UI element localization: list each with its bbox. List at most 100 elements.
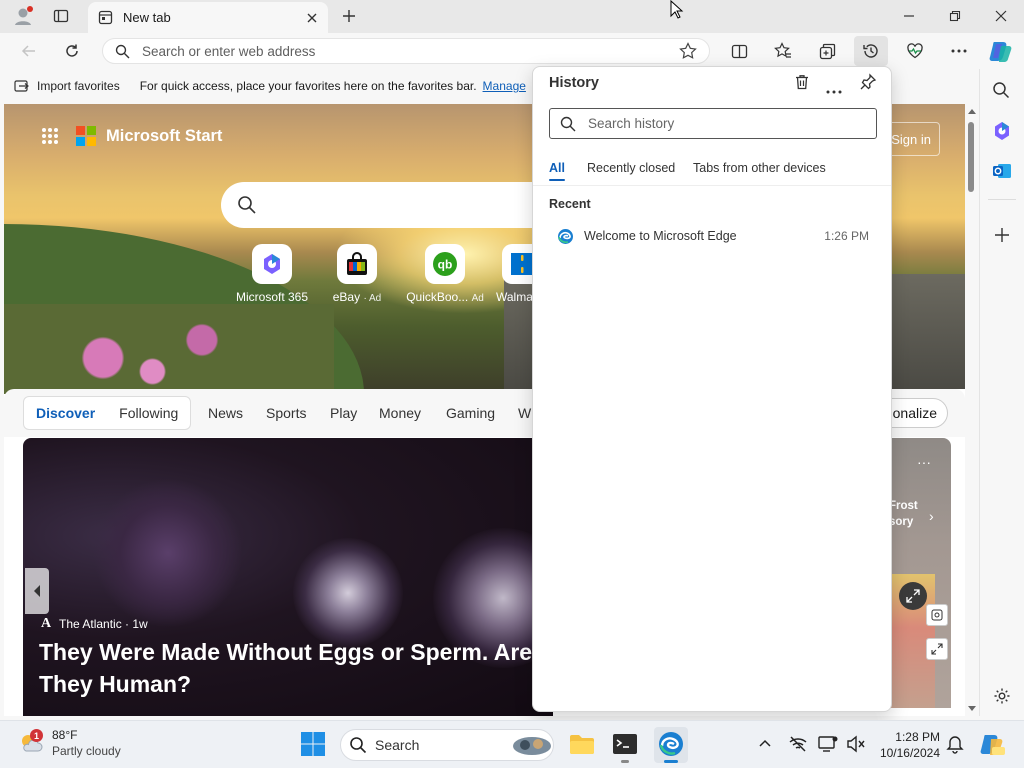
sidebar-outlook-button[interactable] (992, 161, 1012, 186)
restore-icon (949, 10, 961, 22)
restore-button[interactable] (938, 1, 972, 31)
previous-slide-button[interactable] (25, 568, 49, 614)
minimize-button[interactable] (892, 1, 926, 31)
import-favorites-label: Import favorites (37, 79, 120, 93)
sidebar-search-button[interactable] (992, 81, 1010, 104)
sidebar-settings-button[interactable] (993, 687, 1011, 710)
start-button[interactable] (300, 731, 326, 762)
manage-favorites-link[interactable]: Manage (483, 79, 526, 93)
history-more-button[interactable] (826, 81, 842, 99)
scroll-down-icon[interactable] (965, 704, 979, 714)
scroll-up-icon[interactable] (965, 106, 979, 116)
split-screen-button[interactable] (722, 36, 756, 66)
display-status[interactable] (818, 735, 838, 758)
search-icon (350, 737, 367, 754)
volume-muted-icon (847, 735, 865, 753)
scrollbar-thumb[interactable] (968, 122, 974, 192)
settings-more-button[interactable] (942, 36, 976, 66)
web-search-box[interactable] (221, 182, 561, 228)
back-button[interactable] (12, 36, 46, 66)
quickbooks-icon: qb (433, 252, 457, 276)
history-tab-recently-closed[interactable]: Recently closed (587, 161, 675, 175)
sidebar-copilot-apps-button[interactable] (992, 121, 1012, 146)
pin-history-button[interactable] (859, 73, 877, 96)
close-icon (995, 10, 1007, 22)
tab-discover[interactable]: Discover (24, 405, 107, 421)
network-offline-icon (789, 736, 807, 752)
favorites-button[interactable] (766, 36, 800, 66)
microsoft365-icon (995, 122, 1009, 140)
chevron-right-icon[interactable]: › (929, 508, 934, 524)
quick-link-label: QuickBoo... (406, 290, 469, 304)
taskbar-clock[interactable]: 1:28 PM 10/16/2024 (872, 729, 940, 761)
quick-link-label: eBay (332, 290, 361, 304)
article-source-label: The Atlantic · 1w (59, 617, 148, 631)
delete-history-button[interactable] (793, 73, 811, 96)
new-tab-button[interactable] (332, 1, 366, 31)
article-title[interactable]: They Were Made Without Eggs or Sperm. Ar… (39, 636, 553, 700)
brand-label: Microsoft Start (106, 126, 223, 145)
history-tab-all[interactable]: All (549, 161, 565, 181)
volume-status[interactable] (846, 735, 866, 758)
feed-nav-gaming[interactable]: Gaming (446, 405, 495, 421)
weather-temp: 88°F (52, 728, 78, 742)
file-explorer-button[interactable] (568, 732, 596, 761)
side-article-card[interactable]: ··· Frost sory › (885, 438, 951, 708)
quick-link-ebay[interactable]: eBay · Ad (312, 244, 402, 304)
notifications-button[interactable] (946, 734, 964, 759)
address-bar[interactable]: Search or enter web address (102, 38, 710, 64)
history-button[interactable] (854, 36, 888, 66)
quick-link-microsoft365[interactable]: Microsoft 365 (227, 244, 317, 304)
folder-icon (570, 735, 594, 754)
favorites-star-icon (774, 42, 791, 58)
browser-essentials-button[interactable] (898, 36, 932, 66)
visual-search-button[interactable] (926, 604, 948, 626)
open-image-button[interactable] (926, 638, 948, 660)
walmart-spark-icon (511, 253, 533, 275)
app-launcher-icon[interactable] (42, 128, 58, 144)
quick-link-label: Walma (496, 290, 533, 304)
heart-pulse-icon (907, 43, 923, 59)
copilot-button[interactable] (988, 38, 1016, 64)
tab-new-tab[interactable]: New tab (88, 2, 328, 33)
svg-text:qb: qb (438, 258, 453, 272)
sidebar-add-button[interactable] (994, 227, 1010, 248)
taskbar-search-label: Search (375, 737, 420, 753)
article-source: A The Atlantic · 1w (41, 616, 148, 632)
history-clock-icon (863, 44, 878, 58)
feed-nav-sports[interactable]: Sports (266, 405, 306, 421)
tab-following[interactable]: Following (107, 405, 190, 421)
history-section-heading: Recent (549, 197, 591, 211)
close-tab-icon[interactable] (306, 12, 318, 24)
hero-article-card[interactable]: A The Atlantic · 1w They Were Made Witho… (23, 438, 553, 716)
feed-nav-more[interactable]: W (518, 405, 531, 421)
edge-icon (659, 732, 683, 756)
quick-link-quickbooks[interactable]: qb QuickBoo... Ad (397, 244, 493, 304)
feed-nav-play[interactable]: Play (330, 405, 357, 421)
feed-nav-news[interactable]: News (208, 405, 243, 421)
weather-condition: Partly cloudy (52, 744, 121, 758)
import-favorites-button[interactable]: Import favorites (14, 79, 120, 93)
profile-button[interactable] (6, 1, 40, 31)
collections-button[interactable] (810, 36, 844, 66)
network-status[interactable] (788, 735, 808, 758)
copilot-taskbar-button[interactable] (978, 730, 1006, 763)
show-hidden-icons-button[interactable] (758, 736, 772, 755)
feed-nav-money[interactable]: Money (379, 405, 421, 421)
expand-icon[interactable] (899, 582, 927, 610)
refresh-button[interactable] (55, 36, 89, 66)
terminal-button[interactable] (612, 732, 638, 763)
history-search-box[interactable] (549, 108, 877, 139)
taskbar-search[interactable]: Search (340, 729, 554, 761)
history-item[interactable]: Welcome to Microsoft Edge 1:26 PM (545, 222, 881, 250)
history-tab-other-devices[interactable]: Tabs from other devices (693, 161, 826, 175)
tab-title: New tab (123, 10, 171, 25)
close-window-button[interactable] (984, 1, 1018, 31)
page-scrollbar[interactable] (965, 104, 979, 716)
edge-taskbar-button[interactable] (654, 727, 688, 763)
add-favorite-star-icon[interactable] (679, 42, 697, 60)
workspaces-button[interactable] (44, 1, 78, 31)
weather-widget[interactable]: 1 88°F Partly cloudy (18, 727, 121, 759)
history-search-input[interactable] (588, 116, 848, 131)
more-dots-icon[interactable]: ··· (917, 454, 931, 470)
